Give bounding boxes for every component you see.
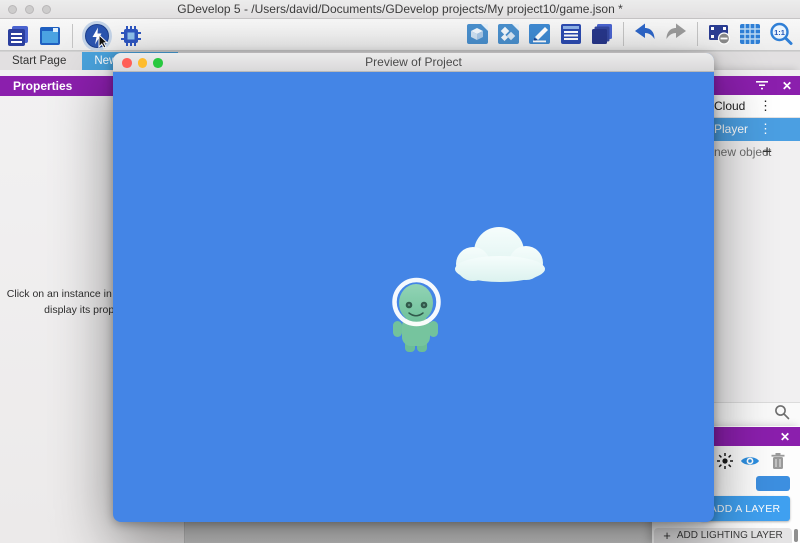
player-sprite [393, 280, 439, 352]
toolbar-divider [72, 24, 73, 48]
close-icon[interactable]: ✕ [782, 80, 792, 92]
close-window-button[interactable] [122, 58, 132, 68]
svg-text:1:1: 1:1 [774, 28, 785, 37]
cloud-sprite [455, 227, 545, 282]
game-scene [113, 72, 714, 522]
app-titlebar: GDevelop 5 - /Users/david/Documents/GDev… [0, 0, 800, 19]
debug-icon[interactable] [118, 23, 144, 49]
objects-panel-header: ✕ [700, 76, 800, 95]
layer-delete-icon[interactable] [770, 452, 786, 475]
app-traffic-lights [8, 5, 51, 14]
objects-list-body [700, 163, 800, 402]
search-icon [774, 404, 790, 425]
close-window-button[interactable] [8, 5, 17, 14]
scene-properties-icon[interactable] [527, 21, 553, 47]
grid-icon[interactable] [737, 21, 763, 47]
minimize-window-button[interactable] [25, 5, 34, 14]
minimize-window-button[interactable] [138, 58, 148, 68]
preview-window-title: Preview of Project [365, 55, 462, 69]
start-page-icon[interactable] [37, 23, 63, 49]
zoom-1-1-icon[interactable]: 1:1 [768, 21, 794, 47]
scrollbar[interactable] [794, 529, 798, 542]
preview-window: Preview of Project [113, 53, 714, 522]
app-title: GDevelop 5 - /Users/david/Documents/GDev… [177, 2, 623, 16]
object-row-cloud[interactable]: Cloud ⋮ [700, 95, 800, 118]
preview-titlebar[interactable]: Preview of Project [113, 53, 714, 72]
events-sheet-icon[interactable] [558, 21, 584, 47]
preview-button[interactable] [82, 21, 112, 51]
layer-light-icon[interactable] [716, 452, 734, 475]
objects-editor-icon[interactable] [465, 21, 491, 47]
add-lighting-layer-button[interactable]: + ADD LIGHTING LAYER [654, 528, 792, 543]
layer-badge[interactable] [756, 476, 790, 491]
redo-icon[interactable] [663, 21, 689, 47]
game-preview-viewport [113, 72, 714, 522]
tab-start-page[interactable]: Start Page [0, 52, 78, 70]
zoom-window-button[interactable] [42, 5, 51, 14]
objects-panel: ✕ Cloud ⋮ Player ⋮ new object + [700, 70, 800, 426]
object-groups-icon[interactable] [496, 21, 522, 47]
object-name: Player [714, 122, 748, 136]
object-menu-icon[interactable]: ⋮ [759, 124, 772, 134]
plus-icon: + [663, 528, 671, 543]
preview-traffic-lights [122, 58, 163, 68]
object-row-player[interactable]: Player ⋮ [700, 118, 800, 141]
gdevelop-app: GDevelop 5 - /Users/david/Documents/GDev… [0, 0, 800, 543]
main-toolbar: 1:1 [0, 19, 800, 51]
add-object-row[interactable]: new object + [700, 141, 800, 163]
add-object-icon[interactable]: + [762, 142, 772, 162]
filter-icon[interactable] [756, 79, 768, 93]
objects-search[interactable] [700, 402, 800, 426]
project-manager-icon[interactable] [5, 23, 31, 49]
toolbar-divider [697, 22, 698, 46]
undo-icon[interactable] [632, 21, 658, 47]
object-menu-icon[interactable]: ⋮ [759, 101, 772, 111]
render-mask-icon[interactable] [706, 21, 732, 47]
properties-panel-title: Properties [13, 79, 72, 93]
instances-list-icon[interactable] [589, 21, 615, 47]
toolbar-divider [623, 22, 624, 46]
object-name: Cloud [714, 99, 745, 113]
layer-visibility-icon[interactable] [740, 452, 760, 475]
close-icon[interactable]: ✕ [780, 431, 790, 443]
zoom-window-button[interactable] [153, 58, 163, 68]
